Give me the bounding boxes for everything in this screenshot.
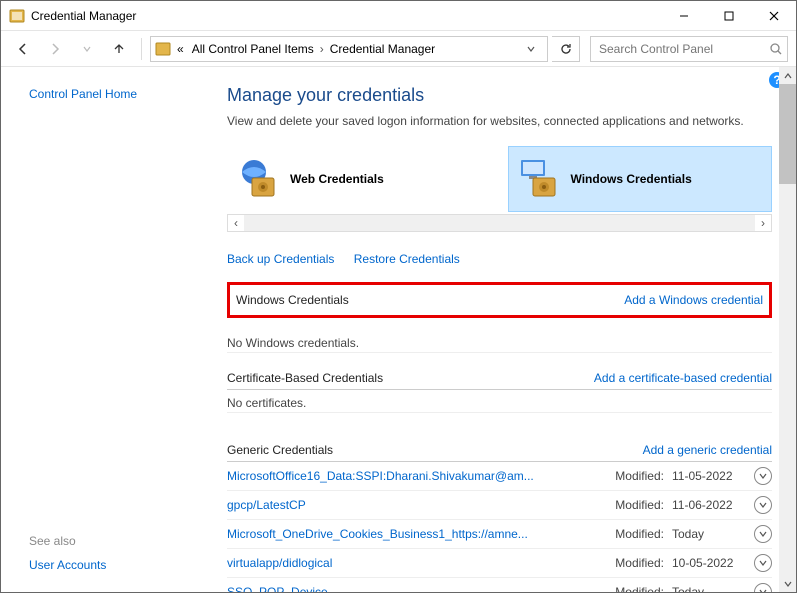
page-title: Manage your credentials [227,85,772,106]
search-box[interactable] [590,36,788,62]
tile-windows-credentials[interactable]: Windows Credentials [508,146,773,212]
globe-safe-icon [238,158,280,200]
section-title: Certificate-Based Credentials [227,371,383,385]
search-icon[interactable] [769,42,783,56]
modified-label: Modified: [615,585,664,592]
credential-name[interactable]: Microsoft_OneDrive_Cookies_Business1_htt… [227,527,607,541]
scroll-down-icon[interactable] [779,575,796,592]
chevron-down-icon[interactable] [754,525,772,543]
app-icon [9,8,25,24]
modified-date: Today [672,527,746,541]
certificate-credentials-section: Certificate-Based Credentials Add a cert… [227,367,772,413]
maximize-button[interactable] [706,1,751,31]
window-title: Credential Manager [31,9,661,23]
vertical-scrollbar[interactable] [779,67,796,592]
see-also-label: See also [29,534,211,548]
up-button[interactable] [105,35,133,63]
modified-label: Modified: [615,556,664,570]
monitor-safe-icon [519,158,561,200]
scroll-up-icon[interactable] [779,67,796,84]
scroll-track[interactable] [779,184,796,575]
credential-name[interactable]: MicrosoftOffice16_Data:SSPI:Dharani.Shiv… [227,469,607,483]
scroll-right-icon[interactable]: › [755,215,771,231]
address-bar[interactable]: « All Control Panel Items › Credential M… [150,36,548,62]
breadcrumb-prefix: « [175,42,186,56]
page-subtitle: View and delete your saved logon informa… [227,114,772,128]
back-button[interactable] [9,35,37,63]
add-windows-credential-link[interactable]: Add a Windows credential [624,293,763,307]
navbar: « All Control Panel Items › Credential M… [1,31,796,67]
modified-label: Modified: [615,469,664,483]
certificate-credentials-empty: No certificates. [227,390,772,413]
backup-credentials-link[interactable]: Back up Credentials [227,252,334,266]
chevron-down-icon[interactable] [754,467,772,485]
credential-row[interactable]: MicrosoftOffice16_Data:SSPI:Dharani.Shiv… [227,462,772,491]
breadcrumb-item[interactable]: Credential Manager [328,42,437,56]
restore-credentials-link[interactable]: Restore Credentials [354,252,460,266]
modified-label: Modified: [615,498,664,512]
scroll-left-icon[interactable]: ‹ [228,215,244,231]
modified-label: Modified: [615,527,664,541]
credential-name[interactable]: SSO_POP_Device [227,585,607,592]
forward-button[interactable] [41,35,69,63]
add-certificate-credential-link[interactable]: Add a certificate-based credential [594,371,772,385]
credential-row[interactable]: SSO_POP_Device Modified: Today [227,578,772,592]
scroll-track[interactable] [244,215,755,231]
tile-web-credentials[interactable]: Web Credentials [227,146,492,212]
generic-credentials-section: Generic Credentials Add a generic creden… [227,439,772,592]
credential-name[interactable]: virtualapp/didlogical [227,556,607,570]
modified-date: 11-06-2022 [672,498,746,512]
modified-date: Today [672,585,746,592]
windows-credentials-section: Windows Credentials Add a Windows creden… [227,282,772,318]
minimize-button[interactable] [661,1,706,31]
breadcrumb-item[interactable]: All Control Panel Items [190,42,316,56]
credential-row[interactable]: virtualapp/didlogical Modified: 10-05-2022 [227,549,772,578]
search-input[interactable] [599,42,769,56]
modified-date: 11-05-2022 [672,469,746,483]
section-title: Windows Credentials [236,293,349,307]
modified-date: 10-05-2022 [672,556,746,570]
address-dropdown[interactable] [519,37,543,61]
titlebar: Credential Manager [1,1,796,31]
chevron-down-icon[interactable] [754,496,772,514]
user-accounts-link[interactable]: User Accounts [29,558,106,572]
scroll-thumb[interactable] [779,84,796,184]
sidebar: Control Panel Home See also User Account… [1,67,211,592]
close-button[interactable] [751,1,796,31]
content-area: Manage your credentials View and delete … [211,67,796,592]
tile-label: Web Credentials [290,172,384,186]
horizontal-scrollbar[interactable]: ‹ › [227,214,772,232]
credential-row[interactable]: Microsoft_OneDrive_Cookies_Business1_htt… [227,520,772,549]
section-title: Generic Credentials [227,443,333,457]
windows-credentials-empty: No Windows credentials. [227,330,772,353]
add-generic-credential-link[interactable]: Add a generic credential [643,443,772,457]
separator [141,38,142,60]
chevron-down-icon[interactable] [754,554,772,572]
recent-dropdown[interactable] [73,35,101,63]
credential-name[interactable]: gpcp/LatestCP [227,498,607,512]
tile-label: Windows Credentials [571,172,692,186]
location-icon [155,41,171,57]
refresh-button[interactable] [552,36,580,62]
chevron-right-icon[interactable]: › [320,42,324,56]
chevron-down-icon[interactable] [754,583,772,592]
control-panel-home-link[interactable]: Control Panel Home [29,87,211,101]
credential-row[interactable]: gpcp/LatestCP Modified: 11-06-2022 [227,491,772,520]
